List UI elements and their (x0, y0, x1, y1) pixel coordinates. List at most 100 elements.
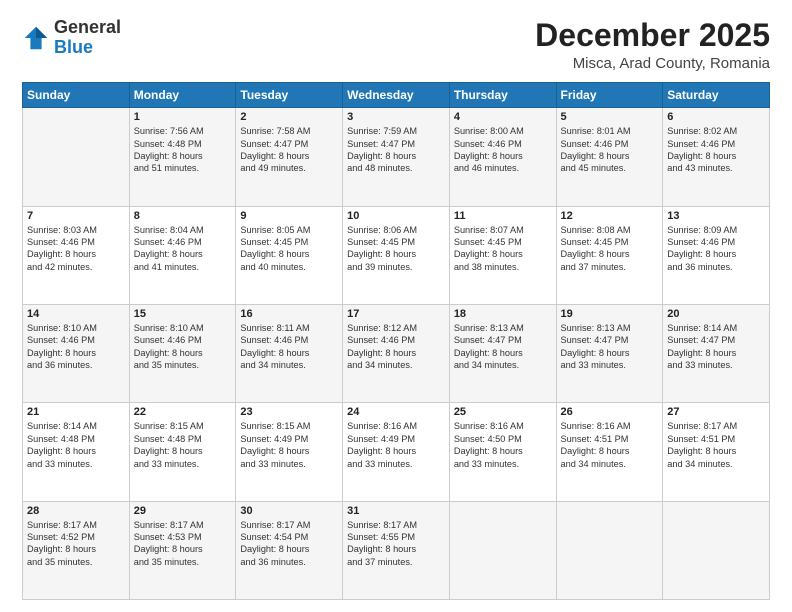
day-number: 2 (240, 111, 338, 123)
calendar-cell: 9 Sunrise: 8:05 AMSunset: 4:45 PMDaylight… (236, 206, 343, 304)
calendar-cell (663, 501, 770, 599)
day-number: 30 (240, 505, 338, 517)
day-header-friday: Friday (556, 83, 663, 108)
calendar-cell: 23Sunrise: 8:15 AMSunset: 4:49 PMDayligh… (236, 403, 343, 501)
day-number: 20 (667, 308, 765, 320)
day-number: 9 (240, 210, 338, 222)
day-number: 29 (134, 505, 232, 517)
day-content: Sunrise: 7:56 AMSunset: 4:48 PMDaylight:… (134, 125, 232, 175)
day-number: 5 (561, 111, 659, 123)
calendar-cell: 27Sunrise: 8:17 AMSunset: 4:51 PMDayligh… (663, 403, 770, 501)
location-title: Misca, Arad County, Romania (535, 55, 770, 72)
day-number: 19 (561, 308, 659, 320)
calendar-cell: 20 Sunrise: 8:14 AMSunset: 4:47 PMDayligh… (663, 304, 770, 402)
calendar-cell: 15Sunrise: 8:10 AMSunset: 4:46 PMDayligh… (129, 304, 236, 402)
calendar-cell: 29 Sunrise: 8:17 AMSunset: 4:53 PMDayligh… (129, 501, 236, 599)
day-content: Sunrise: 8:07 AMSunset: 4:45 PMDaylight:… (454, 224, 552, 274)
day-content: Sunrise: 8:06 AMSunset: 4:45 PMDaylight:… (347, 224, 445, 274)
day-content: Sunrise: 7:59 AMSunset: 4:47 PMDaylight:… (347, 125, 445, 175)
day-content: Sunrise: 8:01 AMSunset: 4:46 PMDaylight:… (561, 125, 659, 175)
logo: General Blue (22, 18, 121, 58)
calendar-cell: 10 Sunrise: 8:06 AMSunset: 4:45 PMDayligh… (343, 206, 450, 304)
day-content: Sunrise: 8:00 AMSunset: 4:46 PMDaylight:… (454, 125, 552, 175)
calendar-cell: 1 Sunrise: 7:56 AMSunset: 4:48 PMDaylight… (129, 108, 236, 206)
day-header-sunday: Sunday (23, 83, 130, 108)
calendar-table: SundayMondayTuesdayWednesdayThursdayFrid… (22, 82, 770, 600)
calendar-cell (556, 501, 663, 599)
day-content: Sunrise: 8:14 AMSunset: 4:48 PMDaylight:… (27, 420, 125, 470)
calendar-cell: 8Sunrise: 8:04 AMSunset: 4:46 PMDaylight… (129, 206, 236, 304)
calendar-cell: 3 Sunrise: 7:59 AMSunset: 4:47 PMDaylight… (343, 108, 450, 206)
day-number: 6 (667, 111, 765, 123)
calendar-cell: 6 Sunrise: 8:02 AMSunset: 4:46 PMDaylight… (663, 108, 770, 206)
calendar-cell: 28Sunrise: 8:17 AMSunset: 4:52 PMDayligh… (23, 501, 130, 599)
day-number: 17 (347, 308, 445, 320)
day-number: 12 (561, 210, 659, 222)
day-content: Sunrise: 8:12 AMSunset: 4:46 PMDaylight:… (347, 322, 445, 372)
day-number: 7 (27, 210, 125, 222)
day-content: Sunrise: 8:10 AMSunset: 4:46 PMDaylight:… (27, 322, 125, 372)
title-block: December 2025 Misca, Arad County, Romani… (535, 18, 770, 72)
week-row-3: 14 Sunrise: 8:10 AMSunset: 4:46 PMDayligh… (23, 304, 770, 402)
day-content: Sunrise: 8:17 AMSunset: 4:53 PMDaylight:… (134, 519, 232, 569)
calendar-cell: 2Sunrise: 7:58 AMSunset: 4:47 PMDaylight… (236, 108, 343, 206)
week-row-5: 28Sunrise: 8:17 AMSunset: 4:52 PMDayligh… (23, 501, 770, 599)
day-number: 1 (134, 111, 232, 123)
day-number: 3 (347, 111, 445, 123)
calendar-cell: 26 Sunrise: 8:16 AMSunset: 4:51 PMDayligh… (556, 403, 663, 501)
day-content: Sunrise: 8:03 AMSunset: 4:46 PMDaylight:… (27, 224, 125, 274)
day-number: 4 (454, 111, 552, 123)
day-content: Sunrise: 8:15 AMSunset: 4:48 PMDaylight:… (134, 420, 232, 470)
day-content: Sunrise: 8:10 AMSunset: 4:46 PMDaylight:… (134, 322, 232, 372)
calendar-cell: 22Sunrise: 8:15 AMSunset: 4:48 PMDayligh… (129, 403, 236, 501)
calendar-cell: 16 Sunrise: 8:11 AMSunset: 4:46 PMDayligh… (236, 304, 343, 402)
month-title: December 2025 (535, 18, 770, 53)
calendar-cell: 4 Sunrise: 8:00 AMSunset: 4:46 PMDaylight… (449, 108, 556, 206)
day-content: Sunrise: 8:14 AMSunset: 4:47 PMDaylight:… (667, 322, 765, 372)
calendar-cell: 19 Sunrise: 8:13 AMSunset: 4:47 PMDayligh… (556, 304, 663, 402)
day-content: Sunrise: 8:05 AMSunset: 4:45 PMDaylight:… (240, 224, 338, 274)
day-header-tuesday: Tuesday (236, 83, 343, 108)
calendar-cell: 25Sunrise: 8:16 AMSunset: 4:50 PMDayligh… (449, 403, 556, 501)
page: General Blue December 2025 Misca, Arad C… (0, 0, 792, 612)
calendar-cell: 31 Sunrise: 8:17 AMSunset: 4:55 PMDayligh… (343, 501, 450, 599)
week-row-4: 21Sunrise: 8:14 AMSunset: 4:48 PMDayligh… (23, 403, 770, 501)
logo-text: General Blue (54, 18, 121, 58)
calendar-cell (449, 501, 556, 599)
day-number: 25 (454, 406, 552, 418)
day-number: 14 (27, 308, 125, 320)
calendar-cell: 12 Sunrise: 8:08 AMSunset: 4:45 PMDayligh… (556, 206, 663, 304)
day-header-monday: Monday (129, 83, 236, 108)
day-content: Sunrise: 8:02 AMSunset: 4:46 PMDaylight:… (667, 125, 765, 175)
calendar-cell: 14 Sunrise: 8:10 AMSunset: 4:46 PMDayligh… (23, 304, 130, 402)
day-content: Sunrise: 8:17 AMSunset: 4:54 PMDaylight:… (240, 519, 338, 569)
day-header-thursday: Thursday (449, 83, 556, 108)
logo-icon (22, 24, 50, 52)
day-content: Sunrise: 8:09 AMSunset: 4:46 PMDaylight:… (667, 224, 765, 274)
day-number: 11 (454, 210, 552, 222)
day-content: Sunrise: 8:17 AMSunset: 4:52 PMDaylight:… (27, 519, 125, 569)
day-number: 18 (454, 308, 552, 320)
day-content: Sunrise: 8:13 AMSunset: 4:47 PMDaylight:… (561, 322, 659, 372)
day-number: 26 (561, 406, 659, 418)
day-number: 13 (667, 210, 765, 222)
day-number: 31 (347, 505, 445, 517)
day-number: 16 (240, 308, 338, 320)
day-number: 10 (347, 210, 445, 222)
day-content: Sunrise: 8:08 AMSunset: 4:45 PMDaylight:… (561, 224, 659, 274)
day-content: Sunrise: 8:17 AMSunset: 4:55 PMDaylight:… (347, 519, 445, 569)
logo-blue: Blue (54, 37, 93, 57)
week-row-1: 1 Sunrise: 7:56 AMSunset: 4:48 PMDaylight… (23, 108, 770, 206)
calendar-cell: 24Sunrise: 8:16 AMSunset: 4:49 PMDayligh… (343, 403, 450, 501)
day-header-wednesday: Wednesday (343, 83, 450, 108)
day-content: Sunrise: 8:11 AMSunset: 4:46 PMDaylight:… (240, 322, 338, 372)
logo-general: General (54, 17, 121, 37)
header: General Blue December 2025 Misca, Arad C… (22, 18, 770, 72)
day-header-saturday: Saturday (663, 83, 770, 108)
calendar-cell: 30 Sunrise: 8:17 AMSunset: 4:54 PMDayligh… (236, 501, 343, 599)
day-number: 24 (347, 406, 445, 418)
day-content: Sunrise: 8:16 AMSunset: 4:51 PMDaylight:… (561, 420, 659, 470)
calendar-cell: 17 Sunrise: 8:12 AMSunset: 4:46 PMDayligh… (343, 304, 450, 402)
day-number: 8 (134, 210, 232, 222)
calendar-cell (23, 108, 130, 206)
